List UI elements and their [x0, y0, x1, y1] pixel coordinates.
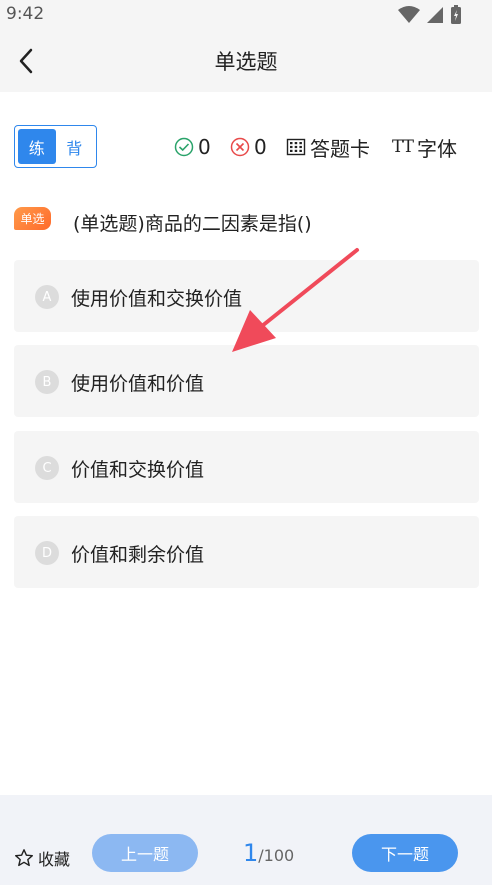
footer-divider: [0, 795, 492, 815]
current-page: 1: [243, 839, 259, 867]
annotation-arrow-icon: [232, 248, 359, 352]
star-icon: [15, 849, 33, 867]
next-question-button[interactable]: 下一题: [352, 834, 458, 872]
bottom-bar: 收藏 上一题 1 /100 下一题: [0, 815, 492, 885]
favorite-button[interactable]: 收藏: [14, 846, 70, 870]
prev-question-button[interactable]: 上一题: [92, 834, 198, 872]
total-pages: /100: [258, 846, 295, 865]
favorite-label: 收藏: [38, 850, 71, 869]
page-indicator: 1 /100: [243, 839, 294, 867]
